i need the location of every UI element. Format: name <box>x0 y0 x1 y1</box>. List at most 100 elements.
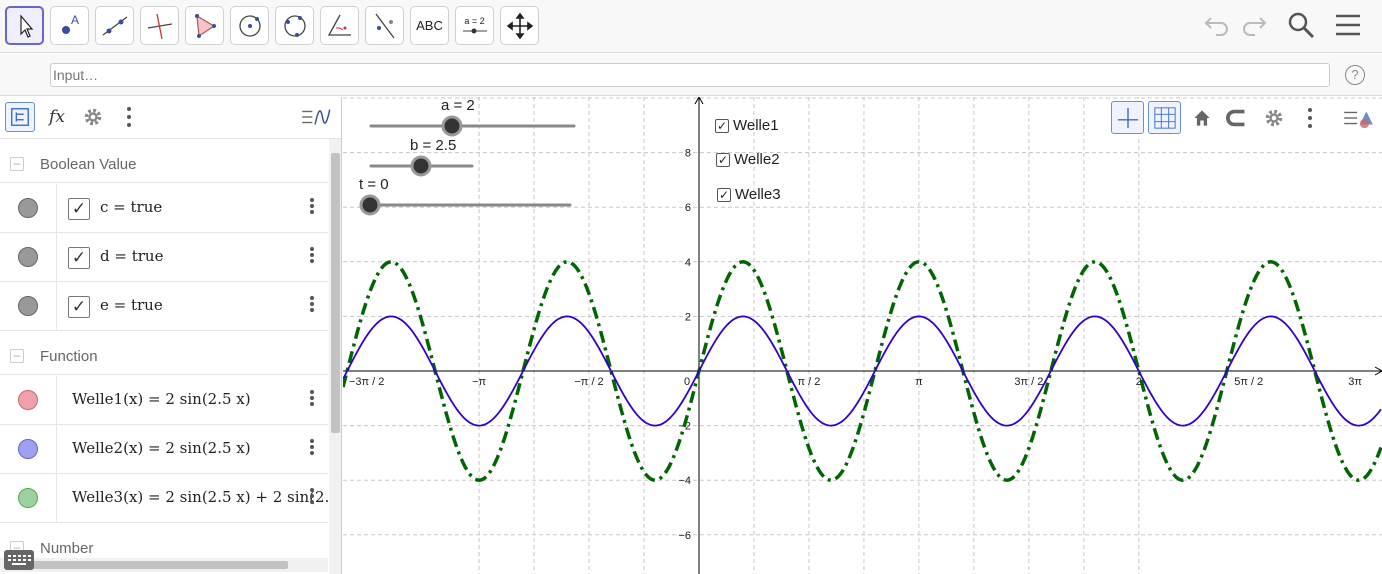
slider-tool-icon[interactable]: a = 2 <box>455 6 494 45</box>
keyboard-icon[interactable] <box>4 550 34 570</box>
redo-icon[interactable] <box>1237 8 1271 42</box>
checkbox-box[interactable]: ✓ <box>717 187 731 202</box>
y-tick-label: 6 <box>685 202 691 214</box>
x-tick-labels: −3π / 2 −π −π / 20π / 2 π 3π / 2 2 5π / 2 3π <box>349 376 1362 388</box>
algebra-row-e[interactable]: ✓ e = true <box>0 282 328 331</box>
settings-gear-icon[interactable] <box>78 102 108 132</box>
search-icon[interactable] <box>1284 8 1318 42</box>
checkbox-d[interactable]: ✓ <box>68 247 90 269</box>
main-menu-icon[interactable] <box>1331 8 1365 42</box>
row-menu-icon[interactable] <box>305 245 319 267</box>
checkbox-box[interactable]: ✓ <box>715 118 729 133</box>
text-tool-label: ABC <box>416 18 443 33</box>
show-grid-icon[interactable] <box>1148 101 1181 134</box>
row-separator <box>56 233 57 282</box>
checkbox-welle1[interactable]: ✓ Welle1 <box>715 117 779 134</box>
input-bar: ? <box>0 54 1382 96</box>
group-header-boolean[interactable]: – Boolean Value <box>0 145 328 183</box>
help-icon[interactable]: ? <box>1345 65 1365 85</box>
reflect-tool-icon[interactable] <box>365 6 404 45</box>
view-options-icon[interactable] <box>298 102 334 132</box>
visibility-marble-icon[interactable] <box>18 488 38 508</box>
point-capturing-icon[interactable] <box>1221 101 1254 134</box>
expression-d[interactable]: d = true <box>100 247 163 265</box>
show-axes-icon[interactable] <box>1111 101 1144 134</box>
svg-text:A: A <box>71 13 79 27</box>
graphics-view-options-icon[interactable] <box>1338 101 1380 134</box>
algebra-row-welle2[interactable]: Welle2(x) = 2 sin(2.5 x) <box>0 425 328 474</box>
expression-welle3[interactable]: Welle3(x) = 2 sin(2.5 x) + 2 sin(2. <box>72 488 329 506</box>
visibility-marble-icon[interactable] <box>18 198 38 218</box>
checkbox-box[interactable]: ✓ <box>716 152 730 167</box>
slider-t-label: t = 0 <box>359 176 389 193</box>
y-tick-label: −6 <box>678 530 691 542</box>
row-menu-icon[interactable] <box>305 388 319 410</box>
graph-canvas[interactable]: −3π / 2 −π −π / 2 0 π / 2 π 3π / 2 2 5π / 2 3π 8 6… <box>343 97 1382 574</box>
checkbox-label: Welle2 <box>734 151 780 168</box>
move-tool-icon[interactable] <box>5 6 44 45</box>
auxiliary-objects-icon[interactable] <box>5 102 35 132</box>
expression-e[interactable]: e = true <box>100 296 163 314</box>
row-menu-icon[interactable] <box>305 486 319 508</box>
x-tick-label: −3π / 2 <box>349 376 384 388</box>
x-tick-label: π / 2 <box>798 376 821 388</box>
algebra-horizontal-scrollbar[interactable] <box>0 558 328 572</box>
collapse-icon[interactable]: – <box>10 157 24 171</box>
checkbox-welle2[interactable]: ✓ Welle2 <box>716 151 780 168</box>
perpendicular-line-tool-icon[interactable] <box>140 6 179 45</box>
point-tool-icon[interactable]: A <box>50 6 89 45</box>
graphics-style-bar <box>1109 99 1382 137</box>
home-icon[interactable] <box>1185 101 1218 134</box>
y-tick-label: 2 <box>685 311 691 323</box>
visibility-marble-icon[interactable] <box>18 390 38 410</box>
slider-a[interactable] <box>369 115 576 137</box>
circle-with-center-tool-icon[interactable] <box>230 6 269 45</box>
move-graphics-view-tool-icon[interactable] <box>500 6 539 45</box>
checkbox-label: Welle3 <box>735 186 781 203</box>
circle-through-3-points-tool-icon[interactable] <box>275 6 314 45</box>
main-toolbar: A ABC a = 2 <box>0 0 1382 53</box>
text-tool-icon[interactable]: ABC <box>410 6 449 45</box>
function-fx-icon[interactable]: fx <box>42 102 72 132</box>
row-menu-icon[interactable] <box>305 437 319 459</box>
visibility-marble-icon[interactable] <box>18 439 38 459</box>
grid <box>343 97 1382 574</box>
expression-c[interactable]: c = true <box>100 198 162 216</box>
group-label: Number <box>40 540 94 557</box>
undo-icon[interactable] <box>1200 8 1234 42</box>
checkbox-welle3[interactable]: ✓ Welle3 <box>717 186 781 203</box>
y-tick-label: 8 <box>685 148 691 160</box>
angle-tool-icon[interactable] <box>320 6 359 45</box>
algebra-row-c[interactable]: ✓ c = true <box>0 184 328 233</box>
visibility-marble-icon[interactable] <box>18 296 38 316</box>
polygon-tool-icon[interactable] <box>185 6 224 45</box>
checkbox-e[interactable]: ✓ <box>68 296 90 318</box>
graphics-more-menu-icon[interactable] <box>1293 101 1326 134</box>
checkbox-c[interactable]: ✓ <box>68 198 90 220</box>
row-separator <box>56 282 57 331</box>
x-tick-label: −π / 2 <box>574 376 603 388</box>
graphics-settings-gear-icon[interactable] <box>1257 101 1290 134</box>
algebra-input-field[interactable] <box>50 63 1330 87</box>
algebra-row-d[interactable]: ✓ d = true <box>0 233 328 282</box>
algebra-more-menu-icon[interactable] <box>114 102 144 132</box>
slider-t[interactable] <box>359 194 572 216</box>
group-header-function[interactable]: – Function <box>0 337 328 375</box>
scrollbar-thumb[interactable] <box>331 153 340 433</box>
slider-b[interactable] <box>369 155 474 177</box>
slider-tool-label: a = 2 <box>464 15 485 26</box>
row-menu-icon[interactable] <box>305 196 319 218</box>
line-tool-icon[interactable] <box>95 6 134 45</box>
algebra-row-welle1[interactable]: Welle1(x) = 2 sin(2.5 x) <box>0 376 328 425</box>
algebra-vertical-scrollbar[interactable] <box>329 139 341 574</box>
expression-welle1[interactable]: Welle1(x) = 2 sin(2.5 x) <box>72 390 251 408</box>
row-separator <box>56 376 57 425</box>
x-tick-label: −π <box>472 376 486 388</box>
scrollbar-thumb[interactable] <box>8 561 288 569</box>
graphics-view[interactable]: −3π / 2 −π −π / 2 0 π / 2 π 3π / 2 2 5π / 2 3π 8 6… <box>343 97 1382 574</box>
row-menu-icon[interactable] <box>305 294 319 316</box>
collapse-icon[interactable]: – <box>10 349 24 363</box>
expression-welle2[interactable]: Welle2(x) = 2 sin(2.5 x) <box>72 439 251 457</box>
algebra-row-welle3[interactable]: Welle3(x) = 2 sin(2.5 x) + 2 sin(2. <box>0 474 329 523</box>
visibility-marble-icon[interactable] <box>18 247 38 267</box>
